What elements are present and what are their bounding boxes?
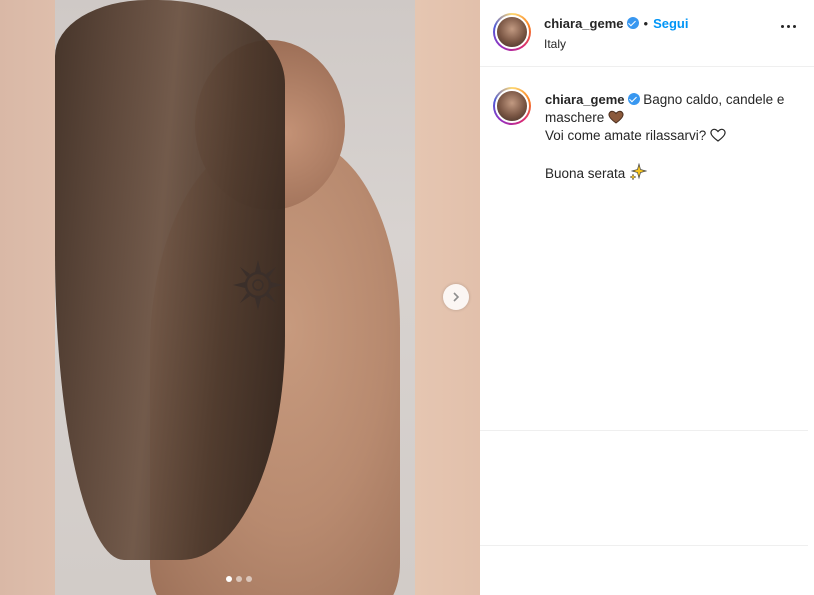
post-media-pane xyxy=(0,0,480,595)
verified-badge-icon xyxy=(627,93,640,105)
caption-text: chiara_geme Bagno caldo, candele e masch… xyxy=(545,91,800,183)
more-options-icon[interactable] xyxy=(781,25,796,28)
sparkles-emoji xyxy=(629,163,648,181)
caption-avatar[interactable] xyxy=(493,87,531,125)
white-heart-emoji xyxy=(710,128,726,142)
section-divider xyxy=(480,545,808,546)
username-link[interactable]: chiara_geme xyxy=(544,16,624,31)
verified-badge-icon xyxy=(626,17,639,29)
next-slide-button[interactable] xyxy=(443,284,469,310)
caption-line-3: Voi come amate rilassarvi? xyxy=(545,128,707,143)
caption-line-4: Buona serata xyxy=(545,166,626,181)
carousel-dot-3 xyxy=(246,576,252,582)
brown-heart-emoji xyxy=(608,110,624,124)
sun-tattoo xyxy=(233,260,283,310)
location-link[interactable]: Italy xyxy=(544,37,566,51)
caption-username-link[interactable]: chiara_geme xyxy=(545,92,625,107)
section-divider xyxy=(480,430,808,431)
carousel-dot-2 xyxy=(236,576,242,582)
header-name-line: chiara_geme • Segui xyxy=(544,16,688,31)
carousel-indicator xyxy=(226,576,252,582)
caption-line-2: maschere xyxy=(545,110,605,125)
avatar[interactable] xyxy=(493,13,531,51)
follow-button[interactable]: Segui xyxy=(653,16,688,31)
caption-line-1: Bagno caldo, candele e xyxy=(643,92,785,107)
separator-dot: • xyxy=(643,16,649,31)
post-header: chiara_geme • Segui Italy xyxy=(480,0,814,67)
carousel-dot-1 xyxy=(226,576,232,582)
post-side-panel: chiara_geme • Segui Italy chiara_geme Bagn… xyxy=(480,0,814,595)
chevron-right-icon xyxy=(453,292,460,302)
post-photo[interactable] xyxy=(55,0,415,595)
